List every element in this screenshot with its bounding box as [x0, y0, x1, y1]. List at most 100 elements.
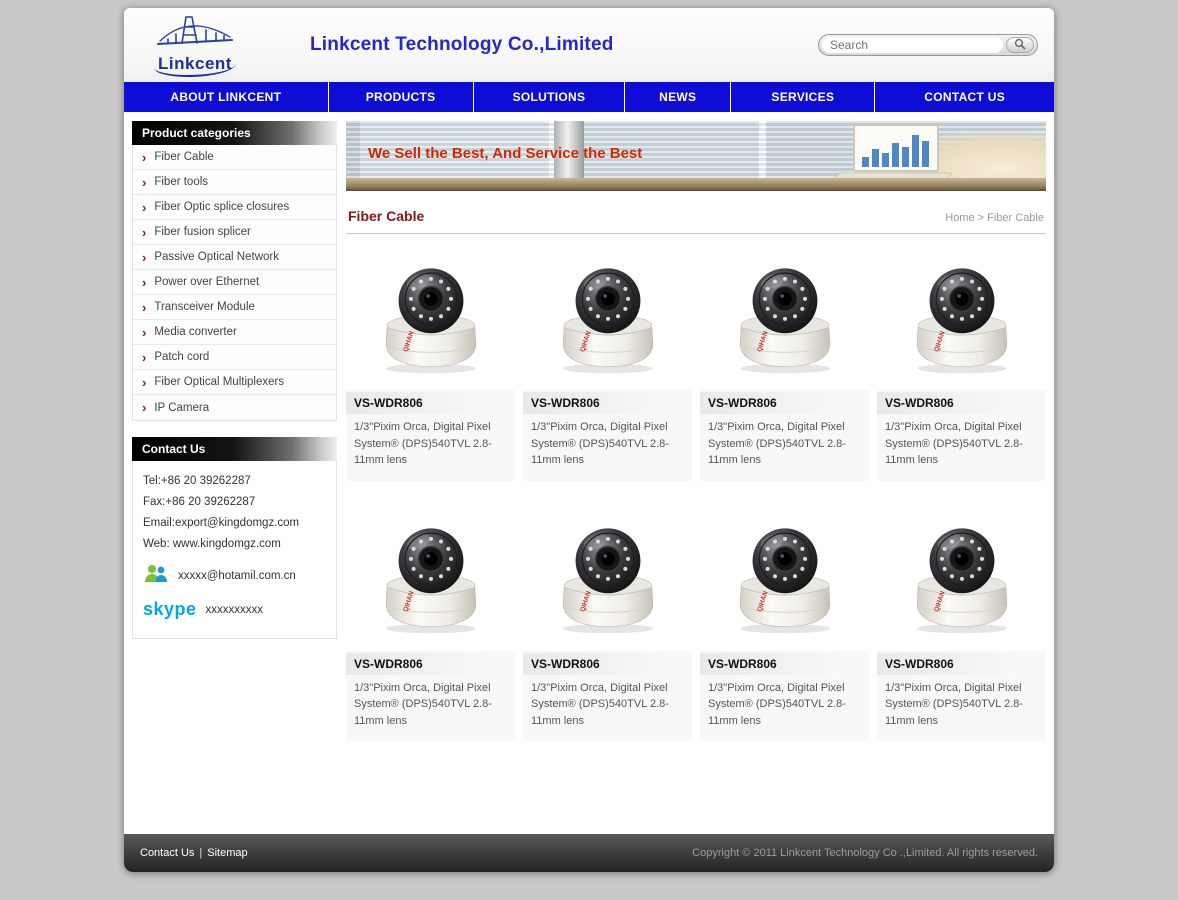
arrow-icon: ›: [142, 301, 146, 314]
dome-camera-image: [898, 515, 1026, 644]
category-list: ›Fiber Cable ›Fiber tools ›Fiber Optic s…: [132, 145, 337, 421]
category-label: Fiber Optical Multiplexers: [154, 376, 284, 388]
footer-links: Contact Us|Sitemap: [140, 847, 248, 859]
product-title[interactable]: VS-WDR806: [523, 392, 692, 414]
bridge-logo-icon: [156, 13, 234, 54]
dome-camera-image: [721, 515, 849, 644]
contact-tel: Tel:+86 20 39262287: [143, 475, 326, 487]
nav-item-solutions[interactable]: SOLUTIONS: [474, 82, 626, 112]
footer: Contact Us|Sitemap Copyright © 2011 Link…: [124, 834, 1054, 872]
arrow-icon: ›: [142, 401, 146, 414]
category-item-patch-cord[interactable]: › Patch cord: [133, 345, 336, 370]
nav-item-services[interactable]: SERVICES: [731, 82, 875, 112]
category-item-splice-closures[interactable]: › Fiber Optic splice closures: [133, 195, 336, 220]
product-title[interactable]: VS-WDR806: [700, 653, 869, 675]
contact-email: Email:export@kingdomgz.com: [143, 517, 326, 529]
footer-contact-link[interactable]: Contact Us: [140, 847, 194, 859]
category-label: Patch cord: [154, 351, 209, 363]
product-title[interactable]: VS-WDR806: [700, 392, 869, 414]
page-title: Fiber Cable: [348, 208, 424, 224]
product-categories-header: Product categories: [132, 121, 337, 145]
product-image[interactable]: [523, 248, 692, 390]
contact-web: Web: www.kingdomgz.com: [143, 538, 326, 550]
nav-item-news[interactable]: NEWS: [625, 82, 731, 112]
breadcrumb[interactable]: Home > Fiber Cable: [945, 212, 1044, 224]
product-card: VS-WDR806 1/3"Pixim Orca, Digital Pixel …: [346, 509, 515, 742]
category-item-passive-optical-network[interactable]: ›Passive Optical Network: [133, 245, 336, 270]
logo[interactable]: Linkcent: [136, 13, 254, 77]
category-label: Fiber Cable: [154, 151, 213, 163]
product-grid: VS-WDR806 1/3"Pixim Orca, Digital Pixel …: [346, 248, 1046, 741]
product-card: VS-WDR806 1/3"Pixim Orca, Digital Pixel …: [877, 509, 1046, 742]
nav-item-contact[interactable]: CONTACT US: [875, 82, 1054, 112]
dome-camera-image: [544, 515, 672, 644]
contact-fax: Fax:+86 20 39262287: [143, 496, 326, 508]
product-description: 1/3"Pixim Orca, Digital Pixel System® (D…: [523, 680, 692, 730]
product-title[interactable]: VS-WDR806: [877, 653, 1046, 675]
product-image[interactable]: [523, 509, 692, 651]
category-item-media-converter[interactable]: › Media converter: [133, 320, 336, 345]
product-title[interactable]: VS-WDR806: [523, 653, 692, 675]
product-image[interactable]: [877, 248, 1046, 390]
product-image[interactable]: [877, 509, 1046, 651]
category-item-fusion-splicer[interactable]: ›Fiber fusion splicer: [133, 220, 336, 245]
category-label: Power over Ethernet: [154, 276, 259, 288]
dome-camera-image: [721, 255, 849, 384]
product-card: VS-WDR806 1/3"Pixim Orca, Digital Pixel …: [346, 248, 515, 481]
category-label: Media converter: [154, 326, 236, 338]
logo-text: Linkcent: [154, 54, 236, 77]
desk-image: [346, 178, 1046, 191]
skype-row: skype xxxxxxxxxx: [143, 599, 326, 620]
content-area: Product categories ›Fiber Cable ›Fiber t…: [124, 112, 1054, 834]
arrow-icon: ›: [142, 351, 146, 364]
copyright: Copyright © 2011 Linkcent Technology Co …: [692, 847, 1038, 859]
product-card: VS-WDR806 1/3"Pixim Orca, Digital Pixel …: [700, 509, 869, 742]
category-item-power-over-ethernet[interactable]: ›Power over Ethernet: [133, 270, 336, 295]
product-image[interactable]: [700, 248, 869, 390]
msn-address[interactable]: xxxxx@hotamil.com.cn: [178, 570, 296, 582]
product-description: 1/3"Pixim Orca, Digital Pixel System® (D…: [523, 419, 692, 469]
category-item-fiber-cable[interactable]: › Fiber Cable: [133, 145, 336, 170]
product-description: 1/3"Pixim Orca, Digital Pixel System® (D…: [877, 680, 1046, 730]
main-nav: ABOUT LINKCENT PRODUCTS SOLUTIONS NEWS S…: [124, 82, 1054, 112]
dome-camera-image: [367, 255, 495, 384]
main-content: We Sell the Best, And Service the Best F…: [346, 121, 1046, 741]
msn-icon: [143, 562, 169, 589]
category-label: Transceiver Module: [154, 301, 255, 313]
product-description: 1/3"Pixim Orca, Digital Pixel System® (D…: [346, 680, 515, 730]
category-label: Passive Optical Network: [154, 251, 279, 263]
category-item-optical-multiplexers[interactable]: › Fiber Optical Multiplexers: [133, 370, 336, 395]
dome-camera-image: [898, 255, 1026, 384]
arrow-icon: ›: [142, 151, 146, 164]
category-item-transceiver-module[interactable]: › Transceiver Module: [133, 295, 336, 320]
product-card: VS-WDR806 1/3"Pixim Orca, Digital Pixel …: [523, 248, 692, 481]
nav-item-products[interactable]: PRODUCTS: [329, 82, 474, 112]
category-label: Fiber Optic splice closures: [154, 201, 289, 213]
product-image[interactable]: [346, 509, 515, 651]
header: Linkcent Linkcent Technology Co.,Limited: [124, 8, 1054, 82]
category-label: Fiber tools: [154, 176, 208, 188]
product-title[interactable]: VS-WDR806: [346, 653, 515, 675]
arrow-icon: ›: [142, 201, 146, 214]
arrow-icon: ›: [142, 326, 146, 339]
product-title[interactable]: VS-WDR806: [877, 392, 1046, 414]
dome-camera-image: [367, 515, 495, 644]
search-input[interactable]: [822, 37, 1003, 53]
msn-row: xxxxx@hotamil.com.cn: [143, 562, 326, 589]
footer-sitemap-link[interactable]: Sitemap: [207, 847, 247, 859]
product-image[interactable]: [346, 248, 515, 390]
page-container: Linkcent Linkcent Technology Co.,Limited…: [124, 8, 1054, 872]
dome-camera-image: [544, 255, 672, 384]
search-button[interactable]: [1006, 37, 1034, 53]
skype-logo: skype: [143, 599, 197, 620]
nav-item-about[interactable]: ABOUT LINKCENT: [124, 82, 329, 112]
category-item-ip-camera[interactable]: ›IP Camera: [133, 395, 336, 420]
banner-slogan: We Sell the Best, And Service the Best: [368, 145, 642, 162]
arrow-icon: ›: [142, 376, 146, 389]
category-item-fiber-tools[interactable]: ›Fiber tools: [133, 170, 336, 195]
category-label: Fiber fusion splicer: [154, 226, 251, 238]
product-title[interactable]: VS-WDR806: [346, 392, 515, 414]
skype-id[interactable]: xxxxxxxxxx: [206, 604, 264, 616]
product-image[interactable]: [700, 509, 869, 651]
product-description: 1/3"Pixim Orca, Digital Pixel System® (D…: [700, 680, 869, 730]
